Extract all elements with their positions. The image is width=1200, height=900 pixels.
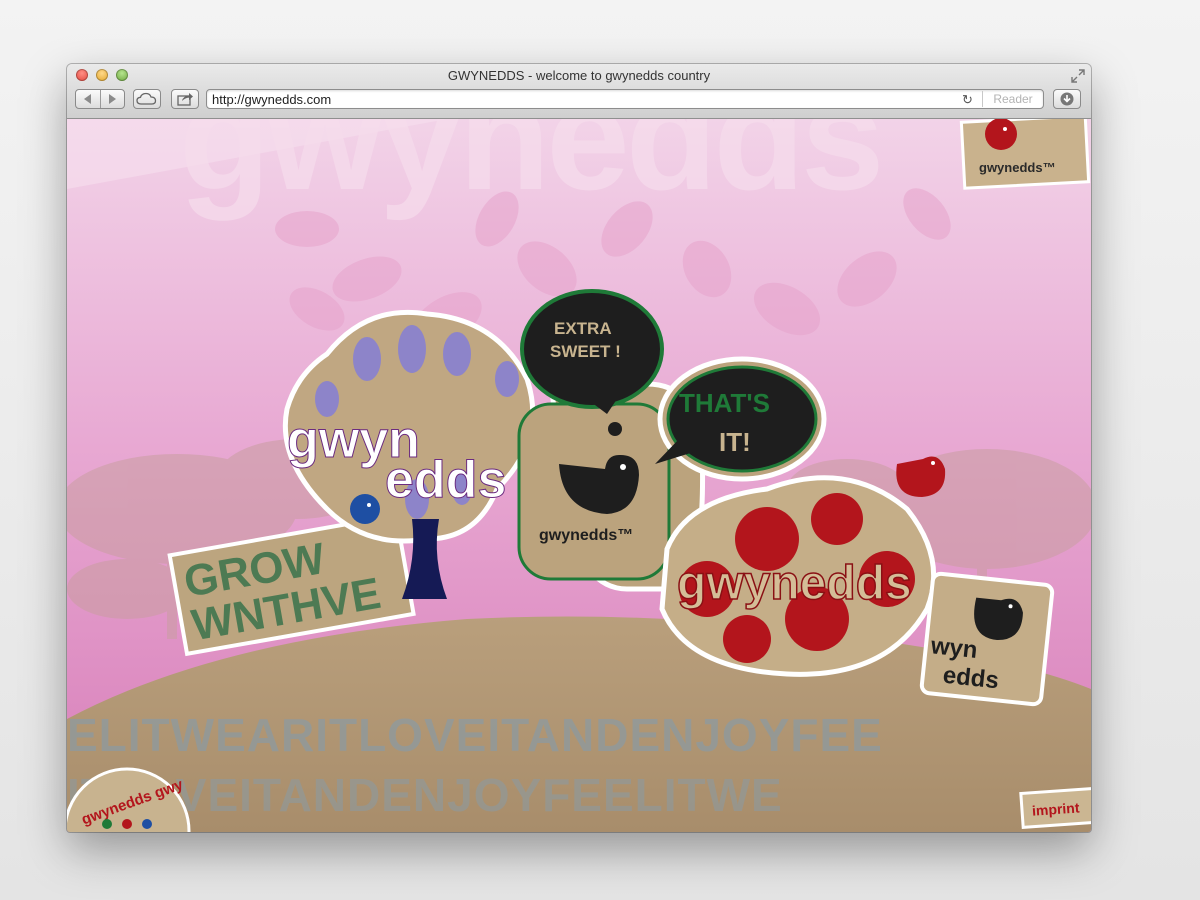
back-forward-buttons (75, 89, 125, 109)
back-arrow-icon[interactable] (84, 94, 91, 104)
corner-brand-text: gwynedds™ (979, 160, 1056, 175)
page-canvas: gwynedds ELITWEARITLOVEITANDENJOYFEE ITL… (67, 119, 1091, 832)
bubble1-line2: SWEET ! (550, 342, 621, 361)
slogan-band-1: ELITWEARITLOVEITANDENJOYFEE (67, 709, 883, 761)
downloads-button[interactable] (1053, 89, 1081, 109)
bubble1-line1: EXTRA (554, 319, 612, 338)
window-title: GWYNEDDS - welcome to gwynedds country (447, 68, 711, 83)
fullscreen-icon[interactable] (1071, 69, 1085, 83)
bubble2-line2: IT! (719, 427, 751, 457)
icloud-tabs-button[interactable] (133, 89, 161, 109)
bird-logo-icon (985, 119, 1017, 150)
reload-icon[interactable]: ↻ (962, 92, 973, 108)
reader-button[interactable]: Reader (982, 91, 1043, 107)
thats-it-sticker[interactable]: THAT'S IT! (655, 356, 827, 482)
small-sticker-top: wyn (929, 632, 979, 664)
blue-bird-icon (350, 494, 380, 524)
address-bar[interactable]: http://gwynedds.com ↻ Reader (206, 89, 1044, 109)
icloud-tabs-icon (136, 92, 157, 105)
browser-window: GWYNEDDS - welcome to gwynedds country h… (67, 64, 1091, 832)
title-bar: GWYNEDDS - welcome to gwynedds country h… (67, 64, 1091, 119)
imprint-tab[interactable]: imprint (1019, 786, 1091, 830)
share-button[interactable] (171, 89, 199, 109)
tree-text-bottom: edds (385, 451, 506, 509)
background-wordmark: gwynedds (179, 119, 880, 221)
downloads-icon (1060, 92, 1074, 106)
url-text[interactable]: http://gwynedds.com (212, 92, 331, 107)
divider (100, 90, 101, 108)
web-page: gwynedds ELITWEARITLOVEITANDENJOYFEE ITL… (67, 119, 1091, 832)
forward-arrow-icon[interactable] (109, 94, 116, 104)
corner-logo-sticker[interactable]: gwynedds™ (959, 119, 1091, 190)
center-brand-text: gwynedds™ (539, 527, 633, 544)
small-logo-sticker[interactable]: wyn edds (919, 571, 1055, 707)
share-icon (177, 93, 193, 106)
bubble2-line1: THAT'S (679, 388, 770, 418)
red-brand-text: gwynedds (677, 557, 912, 610)
imprint-link[interactable]: imprint (1032, 799, 1081, 818)
